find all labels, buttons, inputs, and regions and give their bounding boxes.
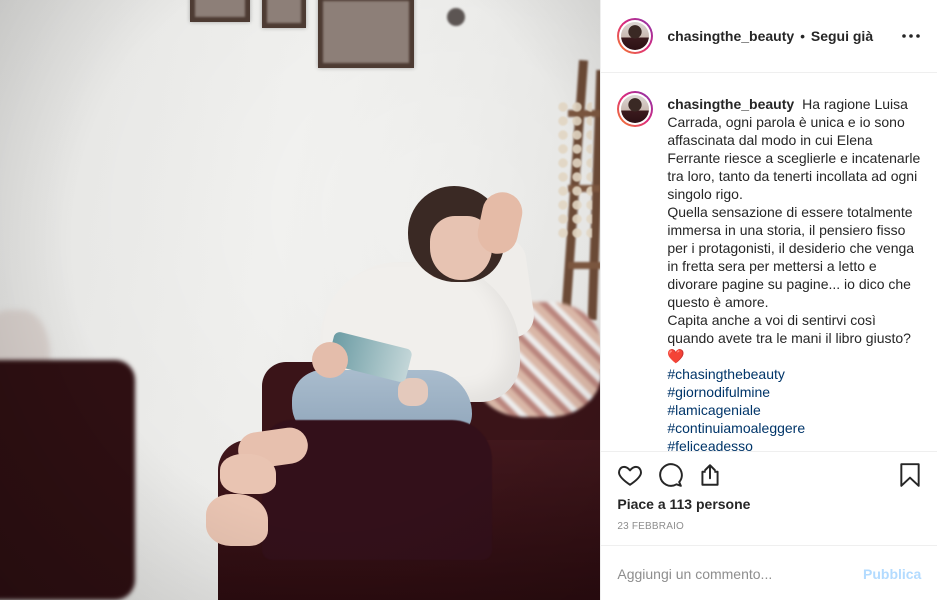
hashtag-link[interactable]: #chasingthebeauty — [667, 365, 923, 383]
following-button[interactable]: Segui già — [811, 28, 873, 44]
hashtag-link[interactable]: #lamicageniale — [667, 401, 923, 419]
hashtag-link[interactable]: #continuiamoaleggere — [667, 419, 923, 437]
hashtag-list: #chasingthebeauty #giornodifulmine #lami… — [667, 365, 923, 451]
hashtag-link[interactable]: #giornodifulmine — [667, 383, 923, 401]
comment-input[interactable] — [617, 563, 848, 585]
post-photo[interactable] — [0, 0, 601, 600]
comment-icon[interactable] — [657, 462, 684, 488]
instagram-post: chasingthe_beauty • Segui già chasingthe… — [0, 0, 937, 600]
post-date[interactable]: 23 FEBBRAIO — [617, 521, 684, 532]
action-bar — [601, 451, 937, 496]
header-user-line: chasingthe_beauty • Segui già — [667, 28, 873, 44]
likes-count[interactable]: Piace a 113 persone — [617, 496, 750, 512]
publish-button[interactable]: Pubblica — [863, 566, 921, 582]
avatar[interactable] — [617, 18, 654, 54]
add-comment-bar: Pubblica — [601, 545, 937, 601]
photo-vignette — [0, 0, 601, 600]
post-header: chasingthe_beauty • Segui già — [601, 0, 937, 73]
bookmark-icon[interactable] — [897, 462, 923, 488]
post-caption: chasingthe_beauty Ha ragione Luisa Carra… — [667, 95, 923, 451]
share-icon[interactable] — [697, 462, 723, 488]
more-options-icon[interactable] — [901, 26, 921, 46]
caption-text: Ha ragione Luisa Carrada, ogni parola è … — [667, 96, 921, 346]
heart-emoji: ❤️ — [667, 348, 685, 364]
username-link[interactable]: chasingthe_beauty — [667, 28, 794, 44]
separator-dot: • — [800, 28, 805, 44]
caption-username-link[interactable]: chasingthe_beauty — [667, 96, 794, 112]
post-side-panel: chasingthe_beauty • Segui già chasingthe… — [600, 0, 937, 600]
comments-area[interactable]: chasingthe_beauty Ha ragione Luisa Carra… — [601, 73, 937, 451]
hashtag-link[interactable]: #feliceadesso — [667, 437, 923, 451]
avatar[interactable] — [617, 91, 654, 127]
heart-icon[interactable] — [617, 462, 643, 488]
